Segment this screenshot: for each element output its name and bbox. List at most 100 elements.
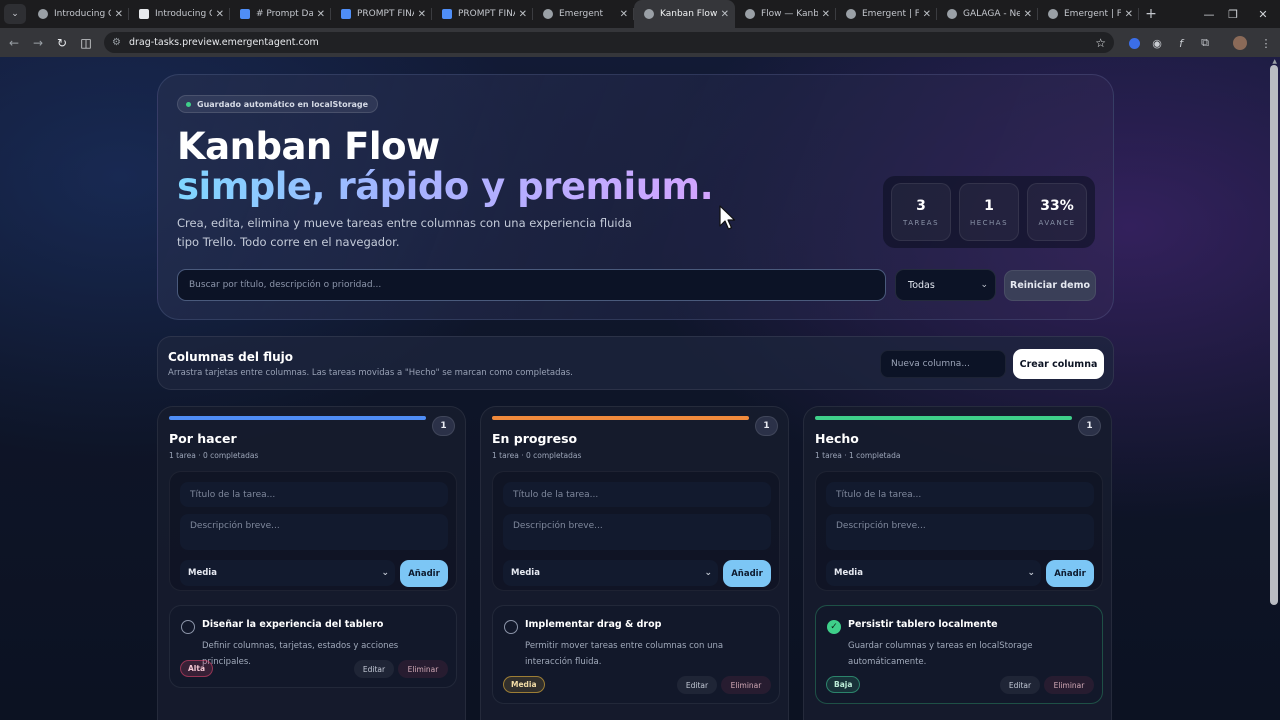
task-title-input[interactable]: Título de la tarea... [180,482,448,507]
browser-tab[interactable]: Flow — Kanban ✕ [735,0,836,28]
site-info-icon[interactable]: ⚙ [112,37,121,48]
back-icon[interactable]: ← [2,31,26,55]
scroll-up-icon[interactable]: ▲ [1272,58,1277,65]
status-dot-icon [186,101,191,107]
stat-tasks: 3 TAREAS [891,183,951,241]
browser-tab[interactable]: PROMPT FINAL ✕ [432,0,533,28]
restore-icon[interactable]: ❐ [1216,0,1250,28]
task-checkbox[interactable] [181,620,195,634]
tab-label: # Prompt Dash [256,9,313,19]
chevron-down-icon: ⌄ [704,568,712,578]
stat-done: 1 HECHAS [959,183,1019,241]
task-title-input[interactable]: Título de la tarea... [503,482,771,507]
task-title-input[interactable]: Título de la tarea... [826,482,1094,507]
task-title: Persistir tablero localmente [848,619,998,630]
reload-icon[interactable]: ↻ [50,31,74,55]
checkbox-checked-icon[interactable]: ✓ [827,620,841,634]
close-window-icon[interactable]: ✕ [1246,0,1280,28]
section-title: Columnas del flujo [168,350,293,364]
column-title: Hecho [815,431,859,446]
globe-icon [543,9,553,19]
task-card[interactable]: Implementar drag & drop Permitir mover ta… [492,605,780,704]
camera-icon[interactable]: ◉ [1147,33,1167,53]
extension-icon[interactable] [1124,33,1144,53]
add-task-button[interactable]: Añadir [723,560,771,587]
add-task-button[interactable]: Añadir [400,560,448,587]
task-description-input[interactable]: Descripción breve... [826,514,1094,550]
sidebar-icon[interactable]: ◫ [74,31,98,55]
edit-task-button[interactable]: Editar [1000,676,1040,694]
delete-task-button[interactable]: Eliminar [398,660,448,678]
ai-icon [139,9,149,19]
browser-tab[interactable]: Introducing GPT ✕ [28,0,129,28]
delete-task-button[interactable]: Eliminar [1044,676,1094,694]
priority-select[interactable]: Media ⌄ [503,560,718,586]
address-bar[interactable]: ⚙ drag-tasks.preview.emergentagent.com ☆ [104,32,1114,53]
browser-tab[interactable]: GALAGA - Neo ✕ [937,0,1038,28]
browser-tab[interactable]: Introducing Claude ✕ [129,0,230,28]
tab-search-button[interactable]: ⌄ [4,4,26,24]
chevron-down-icon: ⌄ [980,280,988,290]
task-card[interactable]: ✓ Persistir tablero localmente Guardar col… [815,605,1103,704]
column-meta: 1 tarea · 1 completada [815,451,901,460]
tab-list: Introducing GPT✕Introducing Claude✕# Pro… [28,0,1139,28]
browser-tab[interactable]: # Prompt Dash ✕ [230,0,331,28]
browser-tab[interactable]: Kanban Flow — ✕ [634,0,735,28]
create-column-button[interactable]: Crear columna [1013,349,1104,379]
task-description-input[interactable]: Descripción breve... [180,514,448,550]
new-column-input[interactable]: Nueva columna... [880,350,1006,378]
browser-tab[interactable]: Emergent | Full ✕ [836,0,937,28]
add-task-button[interactable]: Añadir [1046,560,1094,587]
close-tab-icon[interactable]: ✕ [115,9,123,20]
priority-select[interactable]: Media ⌄ [826,560,1041,586]
column-accent-bar [492,416,749,420]
stat-progress: 33% AVANCE [1027,183,1087,241]
doc-icon [240,9,250,19]
close-tab-icon[interactable]: ✕ [519,9,527,20]
close-tab-icon[interactable]: ✕ [822,9,830,20]
priority-filter-select[interactable]: Todas ⌄ [895,269,996,301]
close-tab-icon[interactable]: ✕ [923,9,931,20]
bookmark-star-icon[interactable]: ☆ [1095,36,1106,50]
new-tab-button[interactable]: + [1139,6,1163,22]
search-input[interactable]: Buscar por título, descripción o priorid… [177,269,886,301]
flow-header: Columnas del flujo Arrastra tarjetas ent… [157,336,1114,390]
close-tab-icon[interactable]: ✕ [317,9,325,20]
task-card[interactable]: Diseñar la experiencia del tablero Defini… [169,605,457,688]
menu-icon[interactable]: ⋮ [1256,33,1276,53]
avatar[interactable] [1230,33,1250,53]
stats-panel: 3 TAREAS 1 HECHAS 33% AVANCE [883,176,1095,248]
browser-tab[interactable]: Emergent | Full ✕ [1038,0,1139,28]
globe-icon [846,9,856,19]
browser-tab[interactable]: Emergent ✕ [533,0,634,28]
stat-label: AVANCE [1038,218,1076,227]
page: ▲ Guardado automático en localStorage Ka… [0,57,1280,720]
priority-value: Media [834,568,863,578]
tab-label: Kanban Flow — [660,9,717,19]
function-icon[interactable]: f [1171,33,1191,53]
close-tab-icon[interactable]: ✕ [721,9,729,20]
task-description-input[interactable]: Descripción breve... [503,514,771,550]
scrollbar[interactable] [1270,65,1278,605]
forward-icon[interactable]: → [26,31,50,55]
close-tab-icon[interactable]: ✕ [1125,9,1133,20]
stat-value: 1 [984,197,994,214]
delete-task-button[interactable]: Eliminar [721,676,771,694]
priority-select[interactable]: Media ⌄ [180,560,395,586]
close-tab-icon[interactable]: ✕ [620,9,628,20]
browser-tab[interactable]: PROMPT FINAL ✕ [331,0,432,28]
kanban-column: 1 En progreso 1 tarea · 0 completadas Títul… [480,406,789,720]
task-checkbox[interactable] [504,620,518,634]
edit-task-button[interactable]: Editar [354,660,394,678]
column-meta: 1 tarea · 0 completadas [492,451,582,460]
tab-label: Introducing GPT [54,9,111,19]
close-tab-icon[interactable]: ✕ [216,9,224,20]
puzzle-icon[interactable]: ⧉ [1195,33,1215,53]
close-tab-icon[interactable]: ✕ [1024,9,1032,20]
kanban-column: 1 Por hacer 1 tarea · 0 completadas Título … [157,406,466,720]
close-tab-icon[interactable]: ✕ [418,9,426,20]
tab-label: Introducing Claude [155,9,212,19]
hero-panel: Guardado automático en localStorage Kanb… [157,74,1114,320]
reset-demo-button[interactable]: Reiniciar demo [1004,270,1096,301]
edit-task-button[interactable]: Editar [677,676,717,694]
